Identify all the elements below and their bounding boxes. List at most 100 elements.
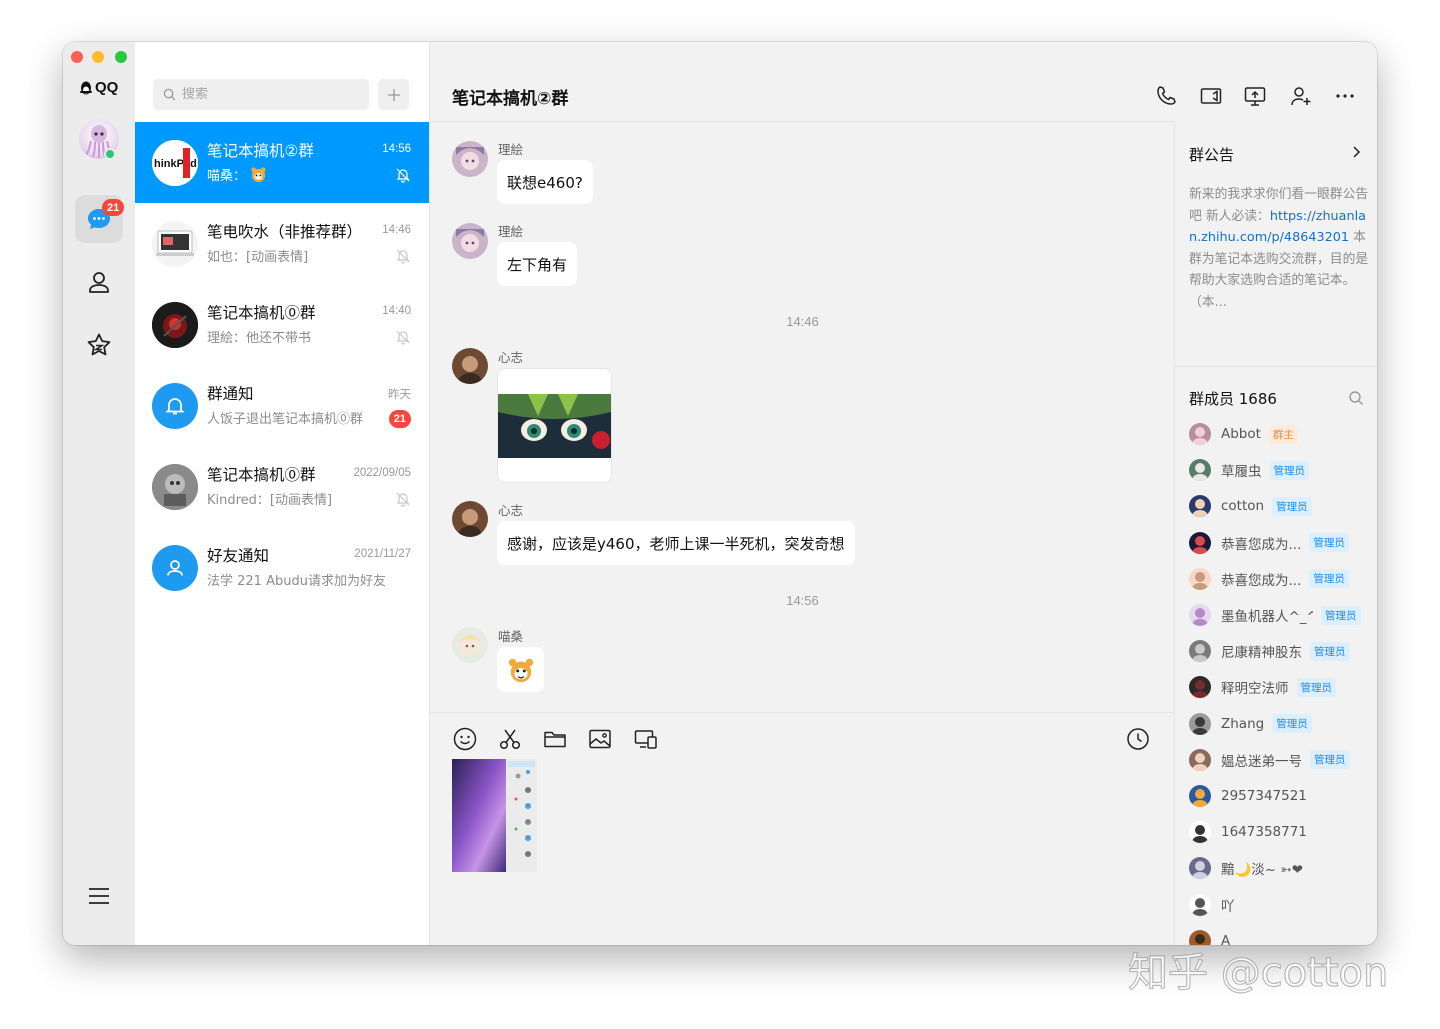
message-bubble[interactable]: 感谢，应该是y460，老师上课一半死机，突发奇想 <box>497 521 855 565</box>
conversation-time: 14:40 <box>382 305 411 317</box>
conversation-item[interactable]: 好友通知 2021/11/27 法学 221 Abudu请求加为好友 <box>135 527 429 608</box>
member-row[interactable]: 媪总迷弟一号 管理员 <box>1189 748 1374 772</box>
screenshot-button[interactable] <box>496 725 524 753</box>
sender-avatar[interactable] <box>452 501 488 537</box>
member-row[interactable]: 草履虫 管理员 <box>1189 458 1374 482</box>
conversation-time: 14:56 <box>382 143 411 155</box>
group-avatar: hinkPad <box>152 140 198 186</box>
member-row[interactable]: Abbot 群主 <box>1189 422 1374 446</box>
conversation-preview: Kindred：[动画表情] <box>207 493 333 508</box>
search-box[interactable] <box>153 79 369 110</box>
conversation-item[interactable]: hinkPad 笔记本搞机②群 14:56 喵桑： <box>135 122 429 203</box>
video-call-button[interactable] <box>1197 82 1225 110</box>
member-row[interactable]: 1647358771 <box>1189 820 1374 844</box>
scissors-icon <box>499 729 521 750</box>
group-notice-title[interactable]: 群公告 <box>1189 144 1234 165</box>
chevron-right-icon[interactable] <box>1349 144 1363 160</box>
penguin-icon <box>80 81 92 94</box>
group-avatar <box>152 221 198 267</box>
add-member-button[interactable] <box>1287 82 1315 110</box>
message-bubble[interactable]: 左下角有 <box>497 242 578 286</box>
sender-name: 心志 <box>498 350 524 365</box>
create-button[interactable] <box>378 79 409 110</box>
member-row[interactable]: 墨鱼机器人^_^ 管理员 <box>1189 603 1374 627</box>
conversation-title: 笔记本搞机②群 <box>207 142 314 160</box>
conversation-item[interactable]: 笔记本搞机⓪群 14:40 理絵：他还不带书 <box>135 284 429 365</box>
phone-icon <box>1157 86 1176 105</box>
member-name: 吖 <box>1221 898 1235 915</box>
conversation-item[interactable]: 笔记本搞机⓪群 2022/09/05 Kindred：[动画表情] <box>135 446 429 527</box>
member-row[interactable]: 恭喜您成为... 管理员 <box>1189 567 1374 591</box>
main-menu-button[interactable] <box>75 872 123 920</box>
sender-name: 心志 <box>498 503 524 518</box>
add-member-icon <box>1291 87 1311 106</box>
member-row[interactable]: Zhang 管理员 <box>1189 712 1374 736</box>
member-row[interactable]: 2957347521 <box>1189 784 1374 808</box>
online-status-dot <box>104 148 116 160</box>
time-separator: 14:56 <box>786 593 819 608</box>
member-name: 墨鱼机器人^_^ <box>1221 609 1313 625</box>
mute-icon <box>396 168 410 183</box>
screenshot-thumbnail <box>452 759 537 872</box>
member-avatar <box>1189 821 1211 844</box>
conversation-item[interactable]: 群通知 昨天 人饭子退出笔记本搞机⓪群 21 <box>135 365 429 446</box>
member-row[interactable]: 释明空法师 管理员 <box>1189 675 1374 699</box>
conversation-time: 2021/11/27 <box>354 548 411 560</box>
nav-favorites[interactable] <box>75 321 123 369</box>
image-icon <box>589 729 611 749</box>
member-avatar <box>1189 567 1211 590</box>
member-avatar <box>1189 857 1211 880</box>
message-bubble[interactable]: 联想e460? <box>497 160 593 204</box>
folder-icon <box>544 731 566 748</box>
bear-sticker-icon <box>251 167 266 183</box>
image-message[interactable] <box>497 368 612 483</box>
member-name: Zhang <box>1221 715 1265 732</box>
friend-notice-avatar <box>152 545 198 591</box>
send-image-button[interactable] <box>586 725 614 753</box>
emoji-button[interactable] <box>451 725 479 753</box>
nav-contacts[interactable] <box>75 258 123 306</box>
member-avatar <box>1189 423 1211 445</box>
conversation-time: 2022/09/05 <box>353 467 411 479</box>
voice-call-button[interactable] <box>1152 82 1180 110</box>
sender-avatar[interactable] <box>452 348 488 384</box>
mute-icon <box>396 330 410 345</box>
more-button[interactable] <box>1331 82 1359 110</box>
zoom-window-button[interactable] <box>115 51 127 63</box>
member-avatar <box>1189 531 1211 554</box>
chat-title: 笔记本搞机②群 <box>452 89 569 109</box>
screen-share-button[interactable] <box>1241 82 1269 110</box>
message-composer[interactable] <box>430 712 1175 945</box>
sender-avatar[interactable] <box>452 223 488 259</box>
admin-tag: 管理员 <box>1310 750 1350 770</box>
conversation-preview: 喵桑： <box>207 165 267 184</box>
watermark: 知乎 @cotton <box>1127 949 1389 996</box>
sender-avatar[interactable] <box>452 141 488 177</box>
pasted-image-attachment[interactable] <box>452 759 537 872</box>
unread-badge: 21 <box>388 410 411 428</box>
members-title: 群成员 1686 <box>1189 390 1277 408</box>
send-file-button[interactable] <box>541 725 569 753</box>
sender-avatar[interactable] <box>452 627 488 663</box>
admin-tag: 管理员 <box>1309 533 1349 553</box>
conversation-title: 笔记本搞机⓪群 <box>207 304 316 322</box>
minimize-window-button[interactable] <box>92 51 104 63</box>
search-input[interactable] <box>182 87 352 102</box>
sticker-message[interactable] <box>497 647 544 692</box>
divider <box>1175 366 1377 367</box>
conversation-item[interactable]: 笔电吹水（非推荐群） 14:46 如也：[动画表情] <box>135 203 429 284</box>
member-row[interactable]: 吖 <box>1189 893 1374 917</box>
search-icon[interactable] <box>1348 390 1364 406</box>
member-row[interactable]: 尼康精神股东 管理员 <box>1189 639 1374 663</box>
preview-sender: 喵桑： <box>207 169 247 184</box>
close-window-button[interactable] <box>71 51 83 63</box>
contacts-icon <box>89 272 109 293</box>
member-row[interactable]: 黯🌙淡~ ➳❤ <box>1189 856 1374 880</box>
member-row[interactable]: cotton 管理员 <box>1189 494 1374 518</box>
conversation-time: 14:46 <box>382 224 411 236</box>
search-icon <box>163 88 176 101</box>
screen-share-tool-button[interactable] <box>632 725 660 753</box>
chat-history-button[interactable] <box>1124 725 1152 753</box>
member-row[interactable]: 恭喜您成为... 管理员 <box>1189 531 1374 555</box>
member-avatar <box>1189 604 1211 626</box>
